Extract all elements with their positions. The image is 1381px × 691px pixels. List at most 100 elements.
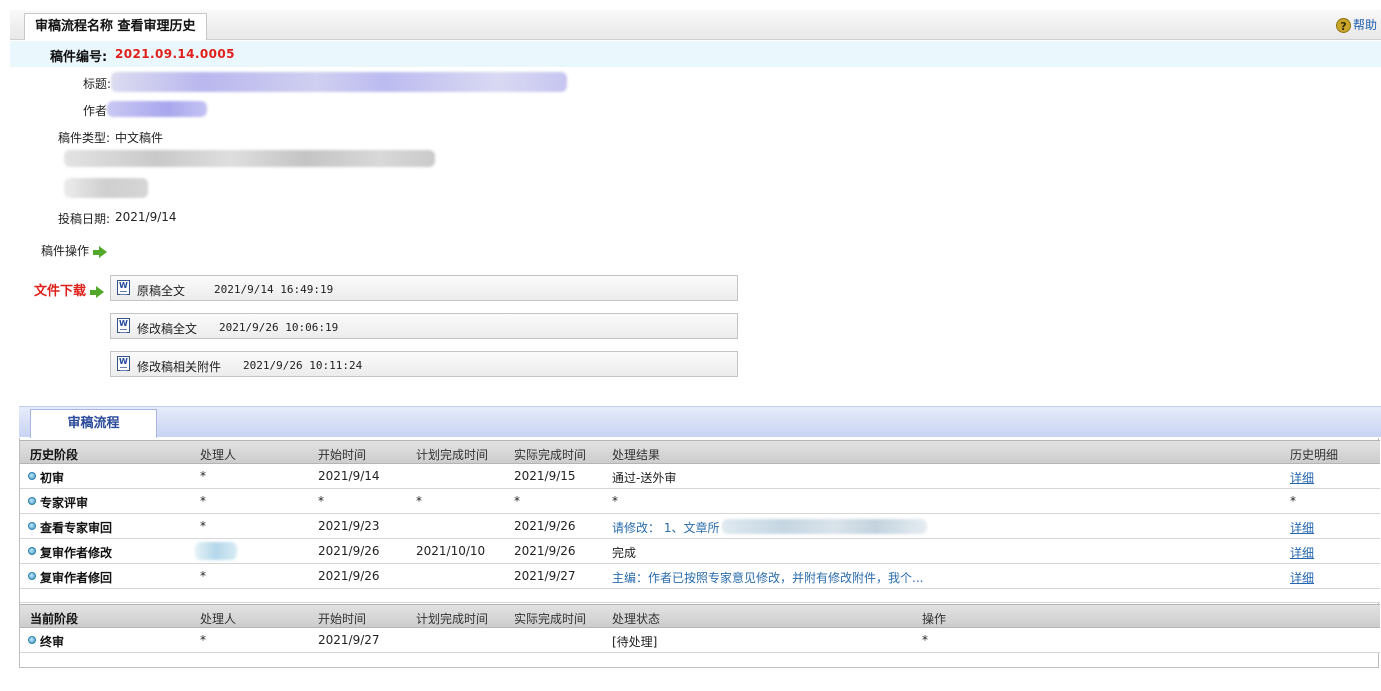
- column-header: 操作: [922, 612, 947, 626]
- file-name: 修改稿全文: [137, 322, 198, 336]
- word-document-icon: [117, 318, 130, 333]
- stage-name: 查看专家审回: [40, 521, 113, 535]
- redacted-result: [722, 519, 927, 534]
- type-label: 稿件类型:: [58, 131, 111, 145]
- bullet-icon: [28, 572, 36, 580]
- column-header: 开始时间: [318, 612, 367, 626]
- table-row: 复审作者修回 * 2021/9/26 2021/9/27 主编：作者已按照专家意…: [20, 564, 1380, 589]
- result[interactable]: 请修改： 1、文章所: [612, 519, 719, 536]
- handler: *: [200, 633, 206, 647]
- title-label: 标题:: [83, 77, 112, 91]
- column-header: 处理结果: [612, 448, 661, 462]
- redacted-title: [111, 72, 567, 92]
- current-table-header: 当前阶段 处理人 开始时间 计划完成时间 实际完成时间 处理状态 操作: [20, 604, 1380, 628]
- file-item[interactable]: 修改稿相关附件 2021/9/26 10:11:24: [110, 351, 738, 377]
- table-row: 专家评审 * * * * * *: [20, 489, 1380, 514]
- arrow-right-icon: [89, 285, 104, 298]
- history-table-header: 历史阶段 处理人 开始时间 计划完成时间 实际完成时间 处理结果 历史明细: [20, 440, 1380, 464]
- column-header: 历史阶段: [30, 448, 79, 462]
- column-header: 处理状态: [612, 612, 661, 626]
- word-document-icon: [117, 280, 130, 295]
- start-time: 2021/9/27: [318, 633, 380, 647]
- actual-time: 2021/9/26: [514, 544, 576, 558]
- column-header: 实际完成时间: [514, 612, 587, 626]
- actual-time: 2021/9/26: [514, 519, 576, 533]
- submit-date-label: 投稿日期:: [58, 212, 111, 226]
- planned-time: *: [416, 494, 422, 508]
- status: [待处理]: [612, 635, 658, 649]
- table-row: 复审作者修改 2021/9/26 2021/10/10 2021/9/26 完成…: [20, 539, 1380, 564]
- file-item[interactable]: 原稿全文 2021/9/14 16:49:19: [110, 275, 738, 301]
- operations-label: 稿件操作: [41, 244, 90, 258]
- column-header: 处理人: [200, 612, 237, 626]
- download-label: 文件下载: [34, 284, 87, 299]
- stage-name: 初审: [40, 471, 65, 485]
- table-row: 终审 * 2021/9/27 [待处理] *: [20, 628, 1380, 653]
- detail-link[interactable]: 详细: [1290, 469, 1314, 486]
- submit-date-value: 2021/9/14: [115, 210, 177, 224]
- result: *: [612, 494, 618, 508]
- detail-text: *: [1290, 494, 1296, 508]
- tab-workflow[interactable]: 审稿流程: [30, 409, 157, 439]
- operation: *: [922, 633, 928, 647]
- word-document-icon: [117, 356, 130, 371]
- file-time: 2021/9/26 10:11:24: [243, 359, 363, 372]
- column-header: 实际完成时间: [514, 448, 587, 462]
- help-label: 帮助: [1352, 18, 1377, 32]
- redacted-abstract: [64, 150, 435, 167]
- start-time: 2021/9/23: [318, 519, 380, 533]
- detail-link[interactable]: 详细: [1290, 519, 1314, 536]
- manuscript-id-bar: 稿件编号: 2021.09.14.0005: [10, 41, 1381, 67]
- result: 通过-送外审: [612, 471, 677, 485]
- detail-link[interactable]: 详细: [1290, 569, 1314, 586]
- bullet-icon: [28, 522, 36, 530]
- actual-time: 2021/9/27: [514, 569, 576, 583]
- result[interactable]: 主编：作者已按照专家意见修改，并附有修改附件，我个...: [612, 569, 923, 586]
- redacted-keywords: [64, 178, 148, 198]
- page-title: 审稿流程名称 查看审理历史: [24, 13, 207, 40]
- type-value: 中文稿件: [115, 131, 164, 145]
- arrow-right-icon: [92, 245, 107, 258]
- bullet-icon: [28, 497, 36, 505]
- start-time: 2021/9/26: [318, 544, 380, 558]
- help-link[interactable]: ? 帮助: [1335, 16, 1377, 34]
- column-header: 处理人: [200, 448, 237, 462]
- spacer-row: [20, 589, 1380, 603]
- stage-name: 复审作者修改: [40, 546, 113, 560]
- title-bar: 审稿流程名称 查看审理历史 ? 帮助: [10, 10, 1381, 40]
- column-header: 开始时间: [318, 448, 367, 462]
- manuscript-id-value: 2021.09.14.0005: [115, 47, 235, 61]
- column-header: 计划完成时间: [416, 612, 489, 626]
- handler: *: [200, 494, 206, 508]
- stage-name: 终审: [40, 635, 65, 649]
- file-time: 2021/9/14 16:49:19: [214, 283, 334, 296]
- column-header: 历史明细: [1290, 448, 1339, 462]
- result: 完成: [612, 546, 637, 560]
- detail-link[interactable]: 详细: [1290, 544, 1314, 561]
- redacted-handler: [195, 542, 237, 560]
- planned-time: 2021/10/10: [416, 544, 486, 558]
- manuscript-operations[interactable]: 稿件操作: [41, 242, 107, 259]
- actual-time: *: [514, 494, 520, 508]
- column-header: 计划完成时间: [416, 448, 489, 462]
- handler: *: [200, 569, 206, 583]
- bullet-icon: [28, 636, 36, 644]
- question-icon: ?: [1335, 18, 1351, 33]
- start-time: 2021/9/26: [318, 569, 380, 583]
- author-label: 作者: [83, 104, 108, 118]
- bullet-icon: [28, 472, 36, 480]
- file-item[interactable]: 修改稿全文 2021/9/26 10:06:19: [110, 313, 738, 339]
- table-row: 初审 * 2021/9/14 2021/9/15 通过-送外审 详细: [20, 464, 1380, 489]
- workflow-header: 审稿流程: [19, 406, 1381, 439]
- manuscript-id-label: 稿件编号:: [50, 50, 108, 65]
- start-time: 2021/9/14: [318, 469, 380, 483]
- column-header: 当前阶段: [30, 612, 79, 626]
- file-name: 修改稿相关附件: [137, 360, 222, 374]
- table-row: 查看专家审回 * 2021/9/23 2021/9/26 请修改： 1、文章所 …: [20, 514, 1380, 539]
- handler: *: [200, 519, 206, 533]
- file-download: 文件下载: [34, 280, 104, 299]
- stage-name: 专家评审: [40, 496, 89, 510]
- workflow-panel: 历史阶段 处理人 开始时间 计划完成时间 实际完成时间 处理结果 历史明细 初审…: [19, 438, 1380, 668]
- file-name: 原稿全文: [137, 284, 186, 298]
- actual-time: 2021/9/15: [514, 469, 576, 483]
